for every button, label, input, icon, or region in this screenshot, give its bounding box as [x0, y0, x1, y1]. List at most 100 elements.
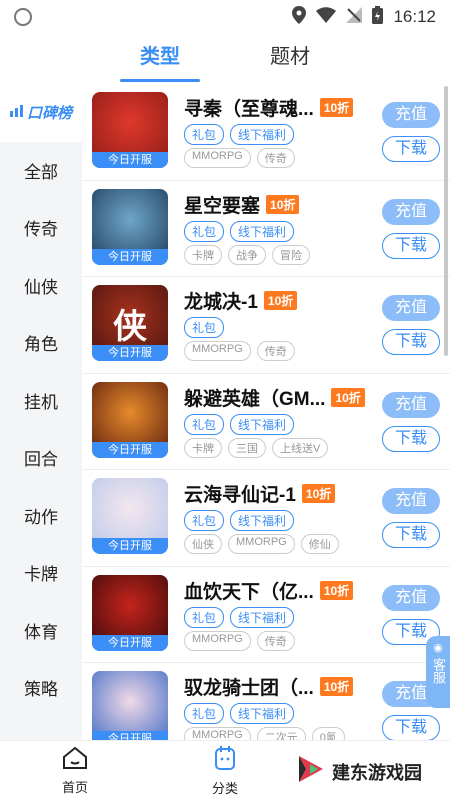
- home-icon: [62, 746, 88, 773]
- recharge-button[interactable]: 充值: [382, 584, 440, 611]
- download-button[interactable]: 下载: [382, 232, 440, 259]
- battery-icon: [372, 5, 384, 29]
- genre-tag: 传奇: [256, 148, 295, 168]
- benefit-tags: 礼包 线下福利: [184, 606, 295, 628]
- benefit-tags: 礼包: [184, 317, 225, 338]
- benefit-tag: 线下福利: [230, 510, 295, 531]
- genre-tag: MMORPG: [184, 341, 251, 361]
- benefit-tag: 礼包: [184, 703, 225, 724]
- genre-tags: MMORPG 传奇: [184, 630, 295, 651]
- genre-tag: 卡牌: [184, 437, 222, 458]
- benefit-tags: 礼包 线下福利: [184, 220, 295, 242]
- game-row[interactable]: 今日开服 血饮天下（亿... 10折 礼包 线下福利 MMORPG 传奇 充值 下载: [82, 567, 450, 663]
- discount-badge: 10折: [266, 194, 300, 214]
- game-row[interactable]: 今日开服 星空要塞 10折 礼包 线下福利 卡牌 战争 冒险 充值 下载: [82, 181, 450, 277]
- game-cover[interactable]: 今日开服: [92, 381, 168, 458]
- discount-badge: 10折: [301, 484, 336, 503]
- tab-type[interactable]: 类型: [120, 34, 200, 84]
- game-cover[interactable]: 今日开服: [92, 671, 168, 740]
- watermark-text: 建东游戏园: [332, 762, 422, 783]
- download-button[interactable]: 下载: [382, 136, 440, 162]
- download-button[interactable]: 下载: [382, 329, 440, 355]
- benefit-tags: 礼包 线下福利: [184, 124, 295, 145]
- benefit-tag: 线下福利: [230, 220, 295, 242]
- genre-tag: 战争: [228, 244, 266, 265]
- download-button[interactable]: 下载: [382, 522, 440, 548]
- sidebar-item-sports[interactable]: 体育: [0, 602, 82, 660]
- benefit-tag: 线下福利: [230, 124, 295, 145]
- sidebar-item-idle[interactable]: 挂机: [0, 372, 82, 430]
- wifi-icon: [316, 6, 337, 28]
- tab-theme[interactable]: 题材: [260, 34, 320, 84]
- game-cover[interactable]: 今日开服: [92, 478, 168, 554]
- benefit-tag: 礼包: [184, 510, 225, 531]
- genre-tag: 修仙: [300, 534, 339, 554]
- scrollbar[interactable]: [444, 86, 448, 356]
- open-today-badge: 今日开服: [92, 248, 168, 265]
- genre-tag: 上线送V: [272, 437, 329, 458]
- download-button[interactable]: 下载: [382, 425, 440, 452]
- recharge-button[interactable]: 充值: [382, 488, 440, 514]
- open-today-badge: 今日开服: [92, 634, 168, 651]
- nav-category[interactable]: 分类: [150, 741, 300, 800]
- benefit-tags: 礼包 线下福利: [184, 413, 295, 435]
- genre-tags: 仙侠 MMORPG 修仙: [184, 534, 339, 554]
- game-cover[interactable]: 今日开服: [92, 574, 168, 651]
- benefit-tag: 线下福利: [230, 703, 295, 724]
- sidebar-item-rpg[interactable]: 角色: [0, 314, 82, 372]
- nav-category-label: 分类: [211, 780, 238, 796]
- game-title: 驭龙骑士团（... 10折: [184, 673, 354, 700]
- category-sidebar: 口碑榜 全部 传奇 仙侠 角色 挂机 回合 动作 卡牌 体育 策略: [0, 84, 82, 740]
- genre-tag: MMORPG: [184, 727, 251, 740]
- genre-tags: 卡牌 三国 上线送V: [184, 437, 329, 458]
- game-title: 龙城决-1 10折: [184, 287, 298, 314]
- sidebar-item-strategy[interactable]: 策略: [0, 659, 82, 717]
- sidebar-item-turn-based[interactable]: 回合: [0, 429, 82, 487]
- discount-badge: 10折: [319, 98, 354, 117]
- open-today-badge: 今日开服: [92, 152, 168, 168]
- game-cover[interactable]: 今日开服: [92, 92, 168, 168]
- game-title: 血饮天下（亿... 10折: [184, 577, 354, 604]
- discount-badge: 10折: [319, 580, 354, 600]
- status-time: 16:12: [393, 7, 436, 26]
- nav-home[interactable]: 首页: [0, 741, 150, 800]
- recharge-button[interactable]: 充值: [382, 102, 440, 128]
- cover-glyph: 侠: [113, 307, 147, 347]
- game-row[interactable]: 今日开服 寻秦（至尊魂... 10折 礼包 线下福利 MMORPG 传奇 充值 下载: [82, 84, 450, 181]
- sidebar-item-all[interactable]: 全部: [0, 142, 82, 200]
- customer-service-button[interactable]: ◉ 客服: [426, 636, 450, 708]
- game-row[interactable]: 侠 今日开服 龙城决-1 10折 礼包 MMORPG 传奇 充值 下载: [82, 277, 450, 374]
- sidebar-item-card[interactable]: 卡牌: [0, 544, 82, 602]
- game-cover[interactable]: 侠 今日开服: [92, 285, 168, 361]
- sidebar-item-legend[interactable]: 传奇: [0, 199, 82, 257]
- game-title: 星空要塞 10折: [184, 191, 300, 218]
- signal-icon: [346, 6, 363, 28]
- genre-tag: MMORPG: [184, 630, 251, 651]
- genre-tag: 0氪: [311, 727, 345, 740]
- nav-home-label: 首页: [61, 779, 88, 795]
- game-name: 驭龙骑士团（...: [184, 678, 314, 699]
- discount-badge: 10折: [263, 291, 298, 310]
- sidebar-item-xianxia[interactable]: 仙侠: [0, 257, 82, 315]
- status-bar: 16:12: [0, 0, 450, 34]
- game-cover[interactable]: 今日开服: [92, 188, 168, 265]
- category-icon: [213, 745, 237, 774]
- game-row[interactable]: 今日开服 云海寻仙记-1 10折 礼包 线下福利 仙侠 MMORPG 修仙 充值 下载: [82, 470, 450, 567]
- recharge-button[interactable]: 充值: [382, 391, 440, 418]
- open-today-badge: 今日开服: [92, 538, 168, 554]
- game-row[interactable]: 今日开服 躲避英雄（GM... 10折 礼包 线下福利 卡牌 三国 上线送V 充值 下载: [82, 374, 450, 470]
- game-name: 云海寻仙记-1: [184, 485, 296, 506]
- recharge-button[interactable]: 充值: [382, 198, 440, 225]
- recharge-button[interactable]: 充值: [382, 295, 440, 321]
- game-name: 血饮天下（亿...: [184, 581, 314, 603]
- open-today-badge: 今日开服: [92, 441, 168, 458]
- sidebar-item-action[interactable]: 动作: [0, 487, 82, 545]
- game-title: 寻秦（至尊魂... 10折: [184, 94, 354, 121]
- game-row[interactable]: 今日开服 驭龙骑士团（... 10折 礼包 线下福利 MMORPG 二次元 0氪 充值 …: [82, 663, 450, 740]
- genre-tag: 传奇: [256, 630, 295, 651]
- download-button[interactable]: 下载: [382, 715, 440, 740]
- discount-badge: 10折: [331, 387, 365, 407]
- genre-tag: 卡牌: [184, 244, 222, 265]
- sidebar-item-reputation[interactable]: 口碑榜: [0, 84, 82, 142]
- game-name: 躲避英雄（GM...: [184, 388, 326, 410]
